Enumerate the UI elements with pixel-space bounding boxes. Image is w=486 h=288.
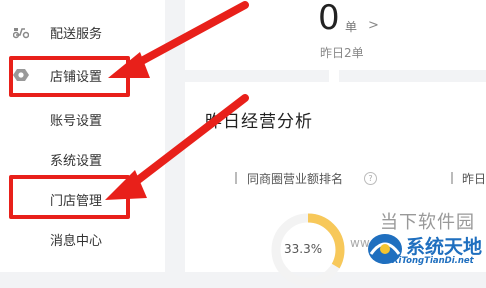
metric-label-yesterday: 昨日 — [462, 172, 486, 186]
scooter-icon — [12, 25, 30, 39]
sidebar-item-label: 账号设置 — [50, 113, 103, 129]
metric-marker — [235, 172, 237, 184]
watermark-tagline: 当下软件园 — [380, 212, 475, 233]
sidebar-item-message-center[interactable]: 消息中心 — [0, 222, 165, 256]
metric-label-ranking: 同商圈营业额排名 — [247, 172, 344, 186]
ranking-percent: 33.3% — [284, 242, 323, 256]
order-count: 0 — [318, 0, 340, 38]
sidebar-item-label: 店铺设置 — [50, 69, 103, 85]
help-icon[interactable]: ? — [364, 172, 377, 185]
order-unit: 单 — [345, 20, 358, 34]
sidebar-item-account-settings[interactable]: 账号设置 — [0, 102, 165, 136]
sidebar-item-label: 系统设置 — [50, 153, 103, 169]
sidebar-item-label: 门店管理 — [50, 193, 103, 209]
sidebar: 配送服务 店铺设置 账号设置 系统设置 门店管理 消息中心 — [0, 0, 165, 272]
watermark-url: XiTongTianDi.net — [392, 256, 474, 266]
section-title: 昨日经营分析 — [205, 112, 313, 132]
sidebar-item-system-settings[interactable]: 系统设置 — [0, 142, 165, 176]
yesterday-orders: 昨日2单 — [320, 46, 364, 60]
sidebar-item-label: 消息中心 — [50, 233, 103, 249]
sidebar-item-store-management[interactable]: 门店管理 — [0, 182, 165, 216]
chevron-right-icon[interactable]: > — [368, 18, 379, 33]
sidebar-item-store-settings[interactable]: 店铺设置 — [0, 58, 165, 92]
hexagon-nut-icon — [13, 68, 29, 82]
watermark-name: 系统天地 — [406, 236, 483, 258]
sidebar-item-delivery-service[interactable]: 配送服务 — [0, 15, 165, 49]
sidebar-item-label: 配送服务 — [50, 26, 103, 42]
metric-marker — [451, 172, 453, 184]
